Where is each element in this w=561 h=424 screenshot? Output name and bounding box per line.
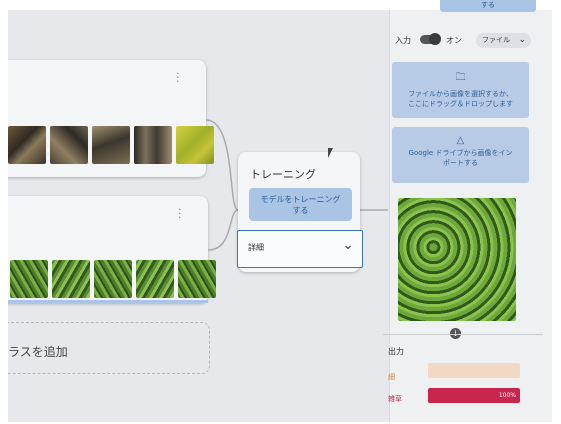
train-model-label: モデルをトレーニング する: [260, 194, 341, 215]
file-upload-text: ファイルから画像を選択するか、 ここにドラッグ＆ドロップします: [408, 90, 513, 108]
file-upload-button[interactable]: 🗀 ファイルから画像を選択するか、 ここにドラッグ＆ドロップします: [392, 62, 529, 118]
details-label: 詳細: [248, 243, 264, 252]
folder-upload-icon: 🗀: [455, 72, 466, 83]
chevron-down-icon: ⌄: [342, 237, 354, 253]
output-label: 雑草: [388, 395, 402, 403]
output-confidence-bar: 100%: [428, 388, 520, 403]
google-drive-icon: △: [456, 135, 465, 146]
details-dropdown[interactable]: 詳細 ⌄: [237, 230, 363, 268]
add-class-label: ラスを追加: [8, 345, 68, 359]
toggle-knob: [429, 33, 441, 45]
source-select[interactable]: ファイル ⌄: [476, 33, 531, 48]
output-title: 出力: [388, 347, 404, 356]
output-label: 細: [388, 373, 395, 381]
panel-top-label: する: [481, 1, 495, 9]
chevron-down-icon: ⌄: [518, 35, 526, 45]
panel-top-button[interactable]: する: [440, 0, 536, 12]
output-percent: 100%: [498, 392, 516, 399]
training-title: トレーニング: [250, 168, 316, 181]
google-drive-text: Google ドライブから画像をイン ポートする: [408, 149, 513, 167]
output-confidence-bar: [428, 363, 520, 378]
mouse-cursor-icon: [328, 148, 333, 158]
google-drive-button[interactable]: △ Google ドライブから画像をイン ポートする: [392, 127, 529, 183]
divider: [383, 334, 543, 335]
preview-image: [398, 198, 516, 321]
toggle-state-label: オン: [446, 36, 462, 45]
input-label: 入力: [395, 36, 411, 45]
input-toggle[interactable]: [420, 33, 441, 45]
source-select-value: ファイル: [482, 36, 510, 44]
train-model-button[interactable]: モデルをトレーニング する: [249, 188, 352, 221]
